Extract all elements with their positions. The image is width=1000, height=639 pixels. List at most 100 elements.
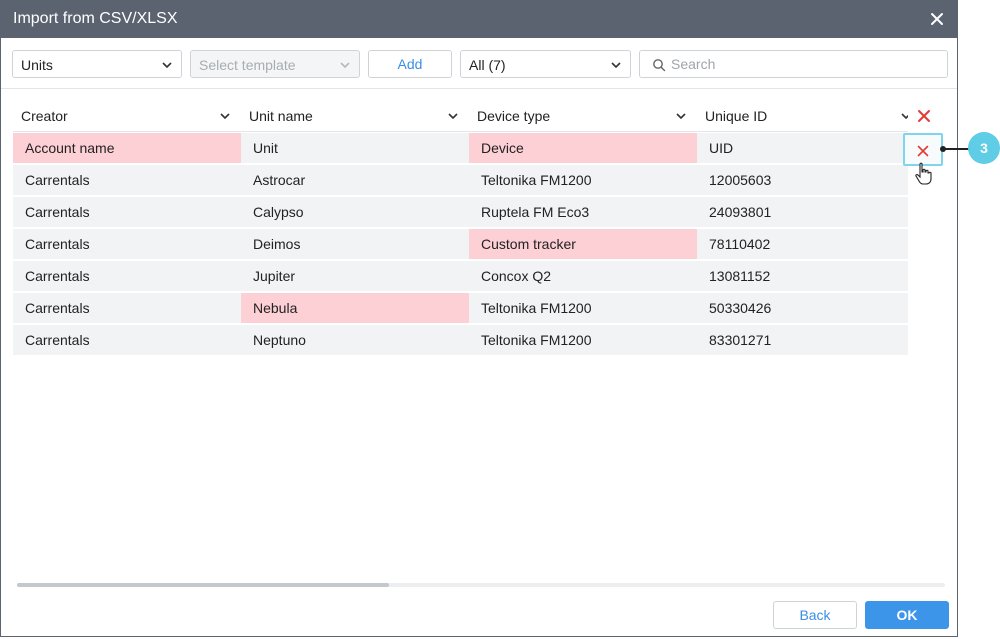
table-row[interactable]: Carrentals Astrocar Teltonika FM1200 120056… bbox=[13, 165, 908, 195]
cell-creator: Carrentals bbox=[13, 261, 241, 291]
chevron-down-icon bbox=[676, 113, 686, 120]
table-row[interactable]: Carrentals Jupiter Concox Q2 13081152 bbox=[13, 261, 908, 291]
ok-button[interactable]: OK bbox=[865, 601, 949, 629]
column-header-device-type[interactable]: Device type bbox=[469, 99, 697, 132]
cell-text: UID bbox=[709, 140, 734, 156]
toolbar: Units Select template Add All (7) bbox=[1, 38, 957, 89]
close-icon[interactable] bbox=[927, 9, 947, 29]
column-label: Creator bbox=[21, 108, 68, 124]
chevron-down-icon bbox=[901, 113, 908, 120]
cell-text: Concox Q2 bbox=[481, 268, 552, 284]
back-button[interactable]: Back bbox=[773, 601, 857, 629]
table-row[interactable]: Carrentals Nebula Teltonika FM1200 50330426 bbox=[13, 293, 908, 323]
cell-text: Carrentals bbox=[25, 204, 90, 220]
cell-text: 78110402 bbox=[709, 236, 771, 252]
cell-text: Carrentals bbox=[25, 300, 90, 316]
cell-device-type: Ruptela FM Eco3 bbox=[469, 197, 697, 227]
template-select[interactable]: Select template bbox=[190, 50, 360, 78]
cell-unit-name: Neptuno bbox=[241, 325, 469, 355]
callout-anchor-dot bbox=[940, 146, 946, 152]
search-icon bbox=[653, 59, 666, 72]
filter-select[interactable]: All (7) bbox=[460, 50, 631, 78]
cell-device-type: Teltonika FM1200 bbox=[469, 165, 697, 195]
cell-text: Custom tracker bbox=[481, 236, 576, 252]
cell-text: Calypso bbox=[253, 204, 304, 220]
cell-creator: Carrentals bbox=[13, 165, 241, 195]
chevron-down-icon bbox=[611, 62, 621, 69]
cell-text: 24093801 bbox=[709, 204, 772, 220]
column-header-unit-name[interactable]: Unit name bbox=[241, 99, 469, 132]
search-box bbox=[639, 50, 948, 78]
add-button[interactable]: Add bbox=[368, 50, 452, 78]
delete-row-button[interactable] bbox=[903, 133, 943, 185]
cell-unit-name: Astrocar bbox=[241, 165, 469, 195]
cell-text: Unit bbox=[253, 140, 278, 156]
cell-unit-name: Jupiter bbox=[241, 261, 469, 291]
table-row[interactable]: Carrentals Calypso Ruptela FM Eco3 24093801 bbox=[13, 197, 908, 227]
column-header-creator[interactable]: Creator bbox=[13, 99, 241, 132]
cell-text: Teltonika FM1200 bbox=[481, 332, 592, 348]
cell-device-type: Custom tracker bbox=[469, 229, 697, 259]
chevron-down-icon bbox=[220, 113, 230, 120]
delete-x-icon bbox=[917, 145, 929, 157]
dialog-title: Import from CSV/XLSX bbox=[13, 10, 178, 27]
cell-text: Device bbox=[481, 140, 524, 156]
cell-creator: Carrentals bbox=[13, 229, 241, 259]
cell-device-type: Teltonika FM1200 bbox=[469, 325, 697, 355]
cell-device-type: Concox Q2 bbox=[469, 261, 697, 291]
cell-text: Carrentals bbox=[25, 172, 90, 188]
column-label: Unit name bbox=[249, 108, 313, 124]
cell-text: Neptuno bbox=[253, 332, 306, 348]
chevron-down-icon bbox=[448, 113, 458, 120]
cell-text: Teltonika FM1200 bbox=[481, 172, 592, 188]
cell-unit-name: Deimos bbox=[241, 229, 469, 259]
cell-text: Teltonika FM1200 bbox=[481, 300, 592, 316]
cell-text: Ruptela FM Eco3 bbox=[481, 204, 590, 220]
table-row[interactable]: Carrentals Neptuno Teltonika FM1200 8330127… bbox=[13, 325, 908, 355]
step-callout-badge: 3 bbox=[968, 132, 1000, 164]
type-select-value: Units bbox=[21, 57, 53, 73]
scrollbar-thumb[interactable] bbox=[17, 583, 389, 587]
cell-text: 83301271 bbox=[709, 332, 772, 348]
hand-pointer-icon bbox=[915, 162, 932, 185]
table-row[interactable]: Carrentals Deimos Custom tracker 78110402 bbox=[13, 229, 908, 259]
dialog-titlebar: Import from CSV/XLSX bbox=[1, 1, 957, 38]
cell-text: Account name bbox=[25, 140, 115, 156]
chevron-down-icon bbox=[162, 62, 172, 69]
cell-unique-id: 12005603 bbox=[697, 165, 908, 195]
delete-all-columns-icon[interactable] bbox=[917, 109, 931, 123]
cell-text: Carrentals bbox=[25, 236, 90, 252]
filter-select-value: All (7) bbox=[469, 57, 506, 73]
cell-unique-id: 78110402 bbox=[697, 229, 908, 259]
add-button-label: Add bbox=[397, 56, 423, 72]
horizontal-scrollbar[interactable] bbox=[17, 583, 945, 587]
cell-text: Astrocar bbox=[253, 172, 306, 188]
column-label: Unique ID bbox=[705, 108, 768, 124]
cell-text: Nebula bbox=[253, 300, 298, 316]
cell-text: 50330426 bbox=[709, 300, 772, 316]
cell-creator: Carrentals bbox=[13, 197, 241, 227]
chevron-down-icon bbox=[340, 62, 350, 69]
column-header-unique-id[interactable]: Unique ID bbox=[697, 99, 908, 132]
cell-unit-name: Calypso bbox=[241, 197, 469, 227]
search-input[interactable] bbox=[669, 55, 943, 73]
cell-text: Jupiter bbox=[253, 268, 296, 284]
cell-device-type: Device bbox=[469, 133, 697, 163]
cell-unique-id: 13081152 bbox=[697, 261, 908, 291]
cell-unique-id: UID bbox=[697, 133, 908, 163]
cell-text: 12005603 bbox=[709, 172, 772, 188]
cell-creator: Account name bbox=[13, 133, 241, 163]
cell-text: Carrentals bbox=[25, 268, 90, 284]
cell-device-type: Teltonika FM1200 bbox=[469, 293, 697, 323]
cell-text: Carrentals bbox=[25, 332, 90, 348]
cell-text: Deimos bbox=[253, 236, 301, 252]
cell-unique-id: 24093801 bbox=[697, 197, 908, 227]
mapping-row[interactable]: Account name Unit Device UID bbox=[13, 133, 908, 163]
column-label: Device type bbox=[477, 108, 551, 124]
import-dialog: Import from CSV/XLSX Units Select templa… bbox=[0, 0, 973, 637]
type-select[interactable]: Units bbox=[12, 50, 182, 78]
cell-unique-id: 50330426 bbox=[697, 293, 908, 323]
cell-unit-name: Nebula bbox=[241, 293, 469, 323]
template-select-placeholder: Select template bbox=[199, 57, 296, 73]
cell-creator: Carrentals bbox=[13, 293, 241, 323]
